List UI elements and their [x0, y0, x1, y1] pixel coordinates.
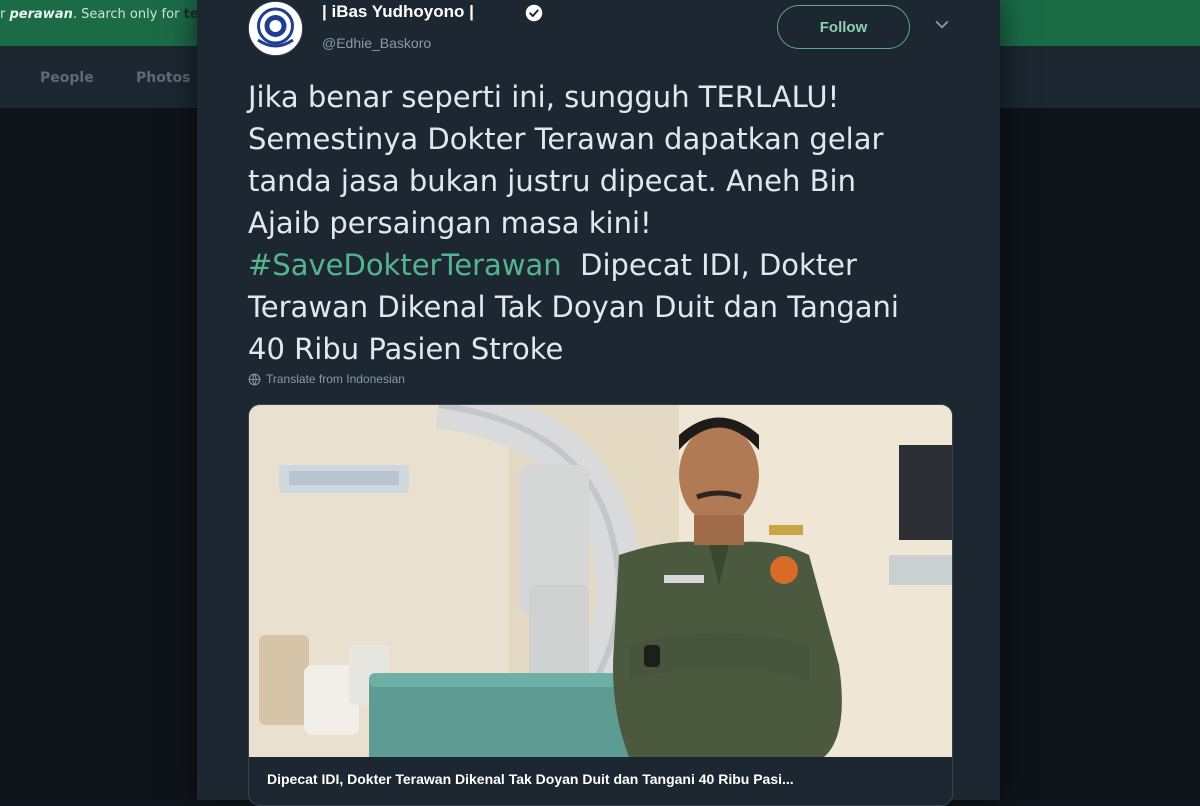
- search-hint-text: . Search only for: [72, 7, 180, 22]
- tweet-text-line: Jika benar seperti ini, sungguh TERLALU!: [248, 80, 840, 114]
- display-name[interactable]: | iBas Yudhoyono |: [322, 2, 474, 22]
- translate-link[interactable]: Translate from Indonesian: [248, 372, 405, 386]
- verified-badge-icon: [525, 4, 543, 22]
- follow-button[interactable]: Follow: [777, 5, 910, 49]
- tweet-text-line: 40 Ribu Pasien Stroke: [248, 332, 564, 366]
- search-hint-prefix: r: [0, 7, 6, 22]
- avatar-logo-icon: [249, 2, 302, 55]
- tweet-modal: | iBas Yudhoyono | @Edhie_Baskoro Follow…: [197, 0, 1000, 806]
- tweet-text: Jika benar seperti ini, sungguh TERLALU!…: [248, 76, 948, 370]
- search-hint-term: perawan: [9, 7, 73, 22]
- avatar[interactable]: [248, 1, 303, 56]
- hashtag-link[interactable]: #SaveDokterTerawan: [248, 248, 562, 282]
- tweet-text-line: Semestinya Dokter Terawan dapatkan gelar: [248, 122, 884, 156]
- search-hint: r perawan. Search only for te: [0, 7, 199, 22]
- card-photo: [249, 405, 952, 757]
- translate-label: Translate from Indonesian: [266, 372, 405, 386]
- tab-photos[interactable]: Photos: [136, 70, 191, 86]
- tab-people[interactable]: People: [40, 70, 94, 86]
- globe-icon: [248, 373, 261, 385]
- chevron-down-icon[interactable]: [933, 16, 951, 34]
- user-handle[interactable]: @Edhie_Baskoro: [322, 35, 431, 51]
- tweet-text-line: Terawan Dikenal Tak Doyan Duit dan Tanga…: [248, 290, 899, 324]
- tweet-text-line: tanda jasa bukan justru dipecat. Aneh Bi…: [248, 164, 856, 198]
- card-title: Dipecat IDI, Dokter Terawan Dikenal Tak …: [267, 771, 794, 787]
- tweet-text-line: #SaveDokterTerawan Dipecat IDI, Dokter: [248, 244, 948, 286]
- tweet-text-line: Ajaib persaingan masa kini!: [248, 206, 652, 240]
- link-preview-card[interactable]: Dipecat IDI, Dokter Terawan Dikenal Tak …: [248, 404, 953, 806]
- tweet-text-fragment: Dipecat IDI, Dokter: [561, 248, 857, 282]
